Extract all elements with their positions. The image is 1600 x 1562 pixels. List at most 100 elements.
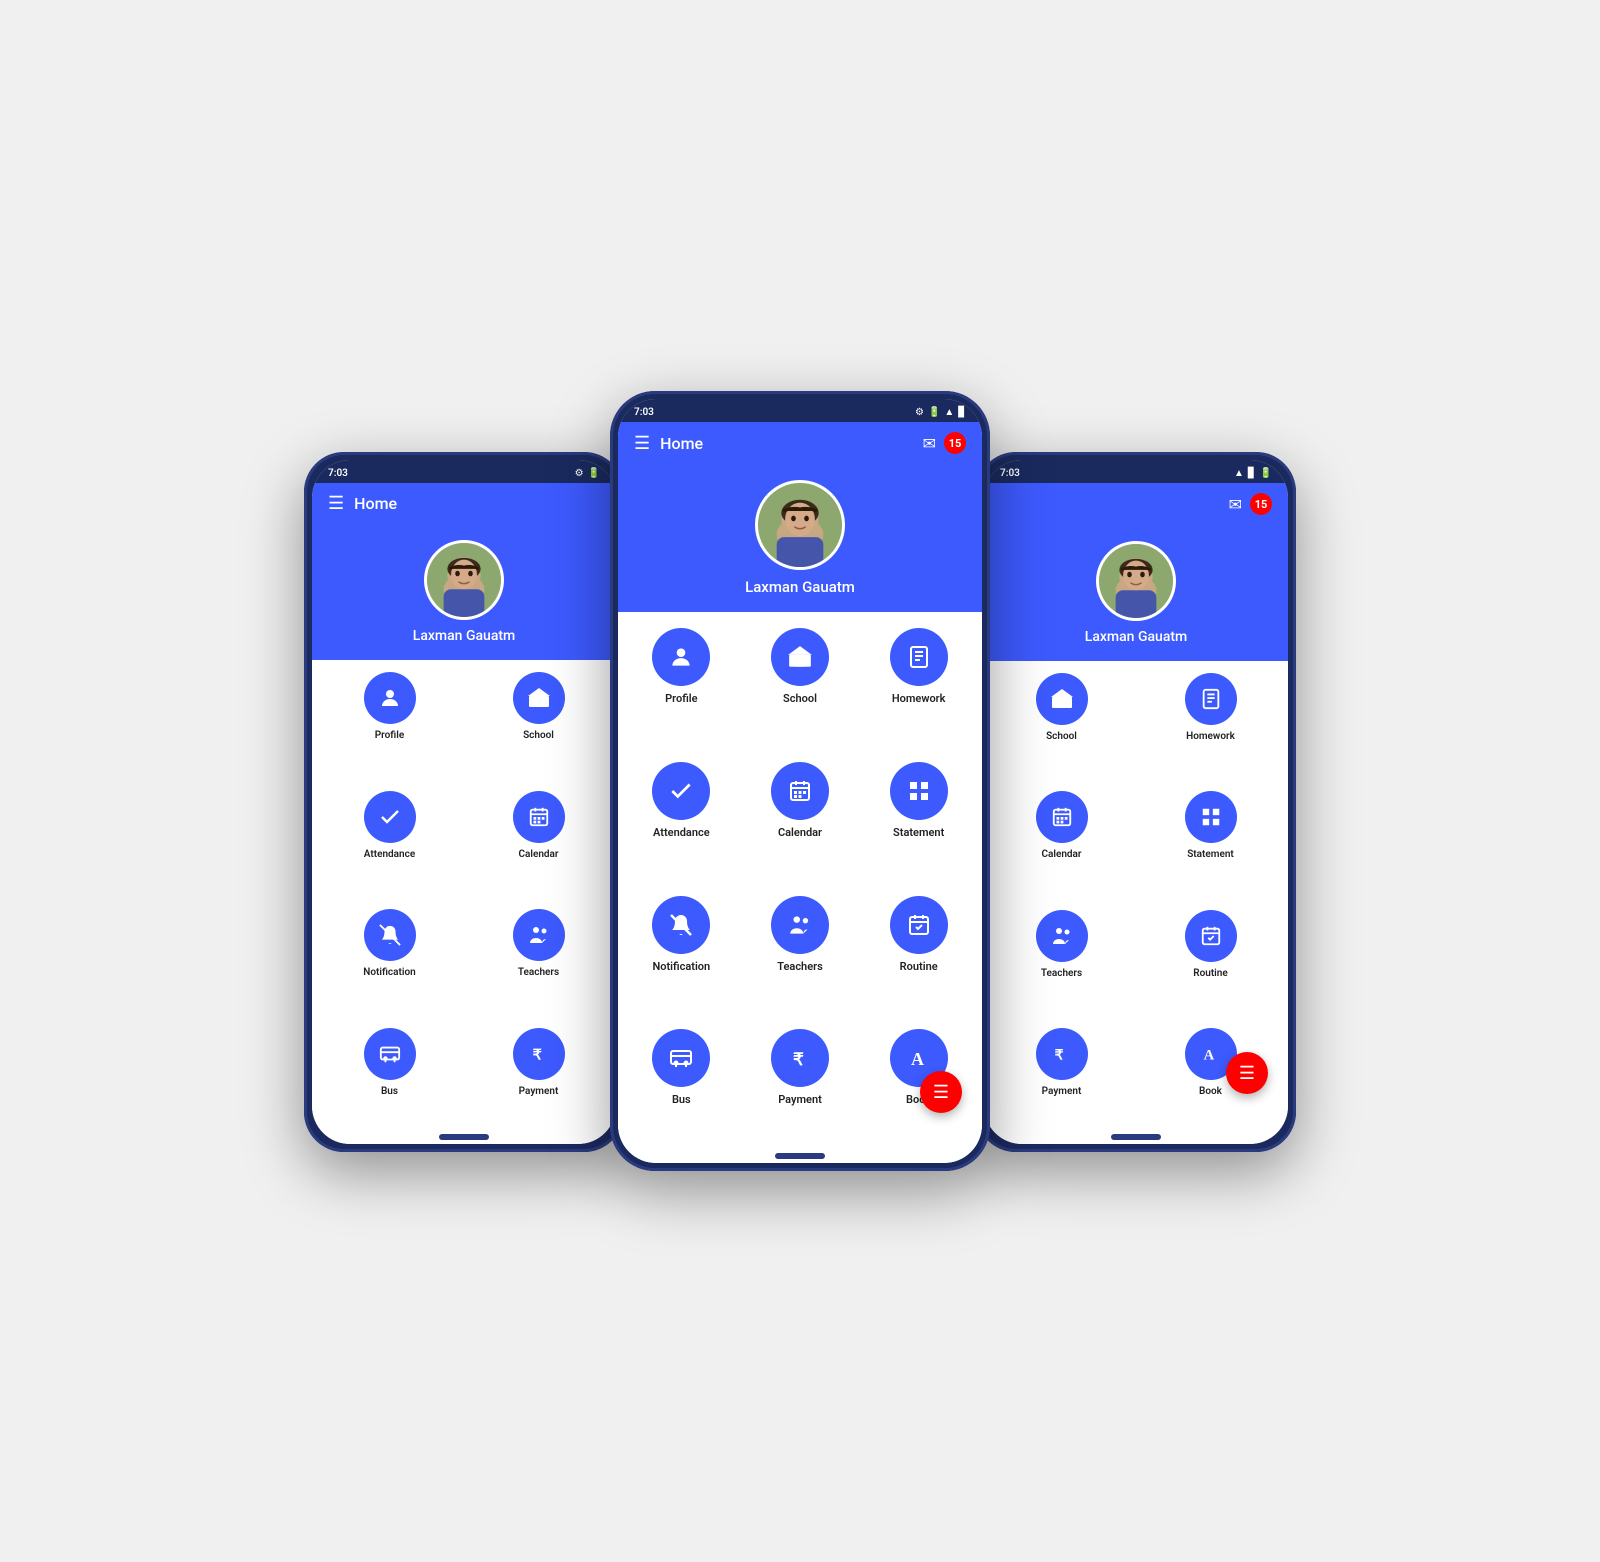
notif-badge-right[interactable]: 15	[1250, 493, 1272, 515]
status-bar-center: 7:03 ⚙ 🔋 ▲ ▊	[618, 399, 982, 422]
menu-item-payment[interactable]: ₹ Payment	[749, 1029, 852, 1147]
menu-item-profile[interactable]: Profile	[630, 628, 733, 746]
menu-item-school-right[interactable]: School	[994, 673, 1129, 777]
menu-item-payment-left[interactable]: ₹ Payment	[471, 1028, 606, 1133]
menu-item-statement-right[interactable]: Statement	[1143, 791, 1278, 895]
fab-button-right[interactable]: ☰	[1226, 1052, 1268, 1094]
notification-label: Notification	[652, 960, 710, 973]
user-name-right: Laxman Gauatm	[1085, 629, 1187, 645]
mail-badge-center[interactable]: ✉	[923, 434, 936, 453]
profile-label-left: Profile	[375, 730, 405, 741]
homework-icon-right	[1185, 673, 1237, 725]
menu-item-school[interactable]: School	[749, 628, 852, 746]
menu-item-notification-left[interactable]: Notification	[322, 909, 457, 1014]
bus-icon-left	[364, 1028, 416, 1080]
menu-item-bus-left[interactable]: Bus	[322, 1028, 457, 1133]
center-phone: 7:03 ⚙ 🔋 ▲ ▊ ☰ Home ✉	[610, 391, 990, 1171]
menu-item-payment-right[interactable]: ₹ Payment	[994, 1028, 1129, 1132]
menu-item-calendar[interactable]: Calendar	[749, 762, 852, 880]
routine-icon-right	[1185, 910, 1237, 962]
payment-icon-right: ₹	[1036, 1028, 1088, 1080]
menu-item-teachers-right[interactable]: Teachers	[994, 910, 1129, 1014]
status-bar-left: 7:03 ⚙ 🔋	[312, 460, 616, 483]
menu-item-teachers[interactable]: Teachers	[749, 896, 852, 1014]
calendar-label-left: Calendar	[518, 849, 558, 860]
school-icon	[771, 628, 829, 686]
svg-text:A: A	[1203, 1047, 1214, 1063]
notif-count-center: 15	[944, 432, 966, 454]
mail-badge-right[interactable]: ✉	[1229, 495, 1242, 514]
user-name-left: Laxman Gauatm	[413, 628, 515, 644]
bus-label-left: Bus	[381, 1086, 398, 1097]
hamburger-icon-center[interactable]: ☰	[634, 433, 650, 454]
battery-icon-c: 🔋	[928, 407, 940, 418]
app-title-left: Home	[354, 494, 397, 513]
menu-item-homework-right[interactable]: Homework	[1143, 673, 1278, 777]
notification-icon	[652, 896, 710, 954]
svg-text:₹: ₹	[793, 1050, 804, 1069]
profile-icon-left	[364, 672, 416, 724]
teachers-label-right: Teachers	[1041, 968, 1082, 979]
menu-item-teachers-left[interactable]: Teachers	[471, 909, 606, 1014]
menu-item-calendar-left[interactable]: Calendar	[471, 791, 606, 896]
payment-icon-left: ₹	[513, 1028, 565, 1080]
menu-item-attendance-left[interactable]: Attendance	[322, 791, 457, 896]
homework-label-right: Homework	[1186, 731, 1235, 742]
settings-icon: ⚙	[575, 468, 584, 479]
statement-label: Statement	[893, 826, 944, 839]
routine-icon	[890, 896, 948, 954]
home-button-center[interactable]	[775, 1153, 825, 1159]
menu-item-homework[interactable]: Homework	[867, 628, 970, 746]
phones-container: 7:03 ⚙ 🔋 ☰ Home	[250, 81, 1350, 1481]
profile-icon	[652, 628, 710, 686]
teachers-icon	[771, 896, 829, 954]
status-time-center: 7:03	[634, 407, 654, 418]
menu-item-routine-right[interactable]: Routine	[1143, 910, 1278, 1014]
school-label: School	[783, 692, 817, 705]
calendar-label-right: Calendar	[1041, 849, 1081, 860]
left-phone-screen: 7:03 ⚙ 🔋 ☰ Home	[312, 460, 616, 1144]
menu-item-calendar-right[interactable]: Calendar	[994, 791, 1129, 895]
home-button-left[interactable]	[439, 1134, 489, 1140]
fab-button-center[interactable]: ☰	[920, 1071, 962, 1113]
header-left-left: ☰ Home	[328, 493, 397, 514]
homework-icon	[890, 628, 948, 686]
menu-item-notification[interactable]: Notification	[630, 896, 733, 1014]
teachers-label: Teachers	[777, 960, 823, 973]
hamburger-icon-left[interactable]: ☰	[328, 493, 344, 514]
menu-item-profile-left[interactable]: Profile	[322, 672, 457, 777]
bus-icon	[652, 1029, 710, 1087]
battery-icon: 🔋	[588, 468, 600, 479]
bus-label: Bus	[672, 1093, 691, 1106]
status-time-right: 7:03	[1000, 468, 1020, 479]
header-left-center: ☰ Home	[634, 433, 703, 454]
payment-label-right: Payment	[1042, 1086, 1082, 1097]
menu-item-attendance[interactable]: Attendance	[630, 762, 733, 880]
menu-item-routine[interactable]: Routine	[867, 896, 970, 1014]
menu-item-statement[interactable]: Statement	[867, 762, 970, 880]
notif-badge-center[interactable]: 15	[944, 432, 966, 454]
signal-icon-c: ▊	[958, 407, 966, 418]
avatar-center	[755, 480, 845, 570]
payment-label-left: Payment	[519, 1086, 559, 1097]
menu-item-bus[interactable]: Bus	[630, 1029, 733, 1147]
notification-label-left: Notification	[363, 967, 415, 978]
menu-item-school-left[interactable]: School	[471, 672, 606, 777]
home-button-right[interactable]	[1111, 1134, 1161, 1140]
attendance-label-left: Attendance	[364, 849, 415, 860]
school-icon-right	[1036, 673, 1088, 725]
calendar-icon-left	[513, 791, 565, 843]
teachers-icon-left	[513, 909, 565, 961]
statement-label-right: Statement	[1187, 849, 1234, 860]
profile-label: Profile	[665, 692, 697, 705]
mail-icon-center: ✉	[923, 434, 936, 453]
calendar-icon-right	[1036, 791, 1088, 843]
settings-icon-c: ⚙	[915, 407, 924, 418]
app-header-center: ☰ Home ✉ 15	[618, 422, 982, 464]
app-header-right: ✉ 15	[984, 483, 1288, 525]
teachers-icon-right	[1036, 910, 1088, 962]
notification-icon-left	[364, 909, 416, 961]
avatar-left	[424, 540, 504, 620]
svg-text:A: A	[911, 1049, 924, 1069]
attendance-icon-left	[364, 791, 416, 843]
